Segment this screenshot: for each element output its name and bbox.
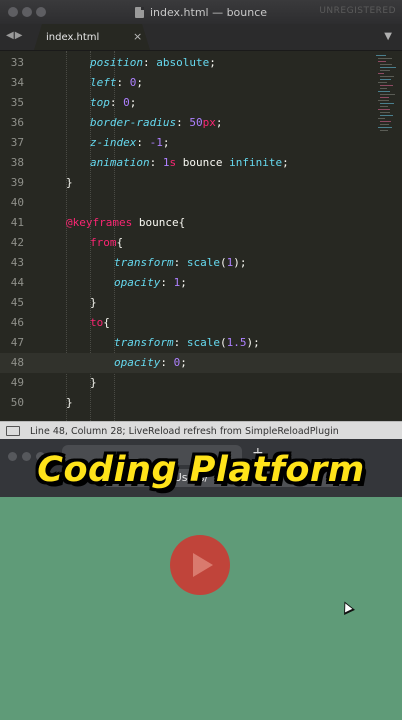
code-line[interactable]: 41 @keyframes bounce{ xyxy=(0,213,402,233)
code-line[interactable]: 47 transform: scale(1.5); xyxy=(0,333,402,353)
code-text: @keyframes bounce{ xyxy=(66,216,186,229)
code-line[interactable]: 44 opacity: 1; xyxy=(0,273,402,293)
code-text: position: absolute; xyxy=(90,56,216,69)
code-line[interactable]: 49} xyxy=(0,373,402,393)
window-title: index.html — bounce xyxy=(149,5,268,19)
line-number: 40 xyxy=(10,196,24,209)
code-text: transform: scale(1.5); xyxy=(114,336,260,349)
window-titlebar: index.html — bounce UNREGISTERED xyxy=(0,0,402,25)
code-text: } xyxy=(66,176,73,189)
tab-close-icon[interactable]: × xyxy=(133,30,142,43)
tab-menu-chevron-down-icon[interactable]: ▼ xyxy=(384,31,392,42)
line-number: 41 xyxy=(10,216,24,229)
line-number: 34 xyxy=(10,76,24,89)
code-line[interactable]: 34 left: 0; xyxy=(0,73,402,93)
code-text: left: 0; xyxy=(90,76,143,89)
line-number: 38 xyxy=(10,156,24,169)
code-text: } xyxy=(90,376,97,389)
tab-label: index.html xyxy=(46,31,100,43)
line-number: 33 xyxy=(10,56,24,69)
code-line[interactable]: 37 z-index: -1; xyxy=(0,133,402,153)
line-number: 48 xyxy=(10,356,24,369)
status-bar: Line 48, Column 28; LiveReload refresh f… xyxy=(0,421,402,440)
code-line[interactable]: 46 to{ xyxy=(0,313,402,333)
line-number: 50 xyxy=(10,396,24,409)
line-number: 42 xyxy=(10,236,24,249)
tab-bar: ◀▶ index.html × ▼ xyxy=(0,24,402,51)
code-text: z-index: -1; xyxy=(90,136,170,149)
code-line[interactable]: 48 opacity: 0; xyxy=(0,353,402,373)
page-preview[interactable] xyxy=(0,497,402,720)
code-line[interactable]: 40 xyxy=(0,193,402,213)
code-line[interactable]: 43 transform: scale(1); xyxy=(0,253,402,273)
mouse-cursor-icon xyxy=(339,599,355,615)
code-text: top: 0; xyxy=(90,96,137,109)
code-line[interactable]: 33 position: absolute; xyxy=(0,53,402,73)
line-number: 47 xyxy=(10,336,24,349)
code-line[interactable]: 50} xyxy=(0,393,402,413)
code-line[interactable]: 36 border-radius: 50px; xyxy=(0,113,402,133)
code-text: transform: scale(1); xyxy=(114,256,247,269)
overlay-banner: Coding Platform xyxy=(37,450,365,490)
code-line[interactable]: 45} xyxy=(0,293,402,313)
panel-toggle-icon[interactable] xyxy=(6,426,20,436)
line-number: 35 xyxy=(10,96,24,109)
code-text: to{ xyxy=(90,316,110,329)
line-number: 44 xyxy=(10,276,24,289)
code-text: } xyxy=(66,396,73,409)
line-number: 46 xyxy=(10,316,24,329)
play-button[interactable] xyxy=(170,535,230,595)
line-number: 36 xyxy=(10,116,24,129)
code-line[interactable]: 42 from{ xyxy=(0,233,402,253)
code-line[interactable]: 38 animation: 1s bounce infinite; xyxy=(0,153,402,173)
code-text: animation: 1s bounce infinite; xyxy=(90,156,289,169)
line-number: 37 xyxy=(10,136,24,149)
line-number: 39 xyxy=(10,176,24,189)
line-number: 45 xyxy=(10,296,24,309)
document-icon xyxy=(134,6,144,18)
license-notice: UNREGISTERED xyxy=(319,6,396,16)
line-number: 49 xyxy=(10,376,24,389)
line-number: 43 xyxy=(10,256,24,269)
code-text: opacity: 1; xyxy=(114,276,187,289)
code-editor[interactable]: 33 position: absolute; 34 left: 0; 35 top: 0;… xyxy=(0,51,402,421)
code-text: opacity: 0; xyxy=(114,356,187,369)
tab-nav-arrows-icon[interactable]: ◀▶ xyxy=(6,30,23,41)
code-text: from{ xyxy=(90,236,124,249)
code-text: border-radius: 50px; xyxy=(90,116,223,129)
code-text: } xyxy=(90,296,97,309)
status-text: Line 48, Column 28; LiveReload refresh f… xyxy=(30,425,339,437)
code-line[interactable]: 39} xyxy=(0,173,402,193)
code-line[interactable]: 35 top: 0; xyxy=(0,93,402,113)
